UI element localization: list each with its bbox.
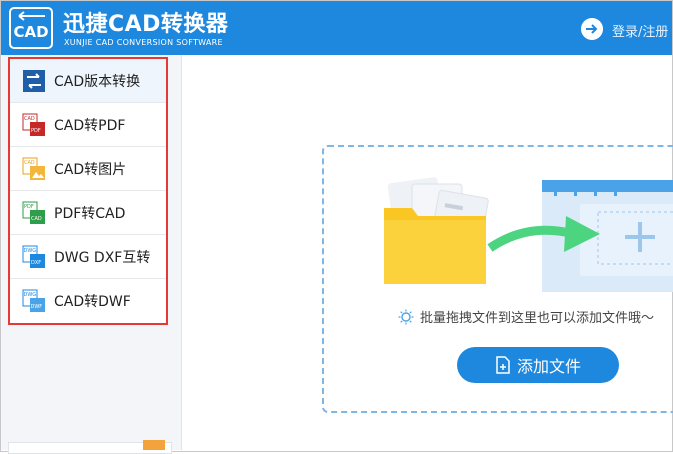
svg-text:CAD: CAD bbox=[24, 160, 35, 166]
svg-text:DWF: DWF bbox=[31, 304, 43, 310]
menu-label: CAD转图片 bbox=[54, 161, 127, 178]
svg-text:DWG: DWG bbox=[24, 292, 37, 298]
cad-to-dwf-icon: DWG DWF bbox=[22, 289, 45, 312]
menu-item-dwg-dxf[interactable]: DWG DXF DWG DXF互转 bbox=[10, 235, 166, 279]
menu-label: DWG DXF互转 bbox=[54, 249, 151, 266]
add-file-label: 添加文件 bbox=[516, 357, 581, 376]
add-file-icon bbox=[496, 356, 510, 374]
menu-item-cad-to-image[interactable]: CAD CAD转图片 bbox=[10, 147, 166, 191]
menu-label: CAD转DWF bbox=[54, 294, 131, 310]
cad-to-pdf-icon: CAD PDF bbox=[22, 113, 45, 136]
cad-to-image-icon: CAD bbox=[22, 157, 45, 180]
promo-badge bbox=[143, 440, 165, 450]
add-file-button[interactable]: 添加文件 bbox=[457, 347, 619, 383]
app-title: 迅捷CAD转换器 bbox=[63, 12, 229, 37]
menu-label: PDF转CAD bbox=[54, 205, 126, 222]
svg-text:CAD: CAD bbox=[31, 216, 42, 222]
app-logo: CAD bbox=[9, 7, 53, 49]
drag-hint-text: 批量拖拽文件到这里也可以添加文件哦～ bbox=[420, 311, 655, 326]
version-convert-icon bbox=[23, 69, 45, 92]
app-header: CAD 迅捷CAD转换器 XUNJIE CAD CONVERSION SOFTW… bbox=[1, 1, 672, 55]
conversion-menu: CAD版本转换 CAD PDF CAD转PDF CAD CAD转图片 PDF C… bbox=[8, 57, 168, 325]
lightbulb-icon bbox=[398, 309, 414, 324]
drag-hint: 批量拖拽文件到这里也可以添加文件哦～ bbox=[398, 307, 654, 326]
pdf-to-cad-icon: PDF CAD bbox=[22, 201, 45, 224]
dwg-dxf-icon: DWG DXF bbox=[22, 245, 45, 268]
svg-text:DWG: DWG bbox=[24, 248, 37, 254]
login-label: 登录/注册 bbox=[612, 25, 669, 40]
svg-text:PDF: PDF bbox=[24, 204, 34, 210]
menu-label: CAD转PDF bbox=[54, 117, 126, 134]
menu-item-cad-version[interactable]: CAD版本转换 bbox=[10, 59, 166, 103]
swap-arrows-icon bbox=[18, 11, 45, 21]
drag-drop-illustration bbox=[384, 177, 673, 292]
logo-text: CAD bbox=[13, 23, 49, 41]
login-button[interactable]: 登录/注册 bbox=[581, 18, 673, 40]
svg-text:DXF: DXF bbox=[31, 260, 41, 266]
svg-text:CAD: CAD bbox=[24, 116, 35, 122]
menu-item-cad-to-pdf[interactable]: CAD PDF CAD转PDF bbox=[10, 103, 166, 147]
menu-item-pdf-to-cad[interactable]: PDF CAD PDF转CAD bbox=[10, 191, 166, 235]
svg-text:PDF: PDF bbox=[31, 128, 41, 134]
menu-label: CAD版本转换 bbox=[54, 73, 141, 90]
app-subtitle: XUNJIE CAD CONVERSION SOFTWARE bbox=[64, 38, 223, 47]
login-arrow-icon bbox=[581, 18, 603, 40]
menu-item-cad-to-dwf[interactable]: DWG DWF CAD转DWF bbox=[10, 279, 166, 323]
